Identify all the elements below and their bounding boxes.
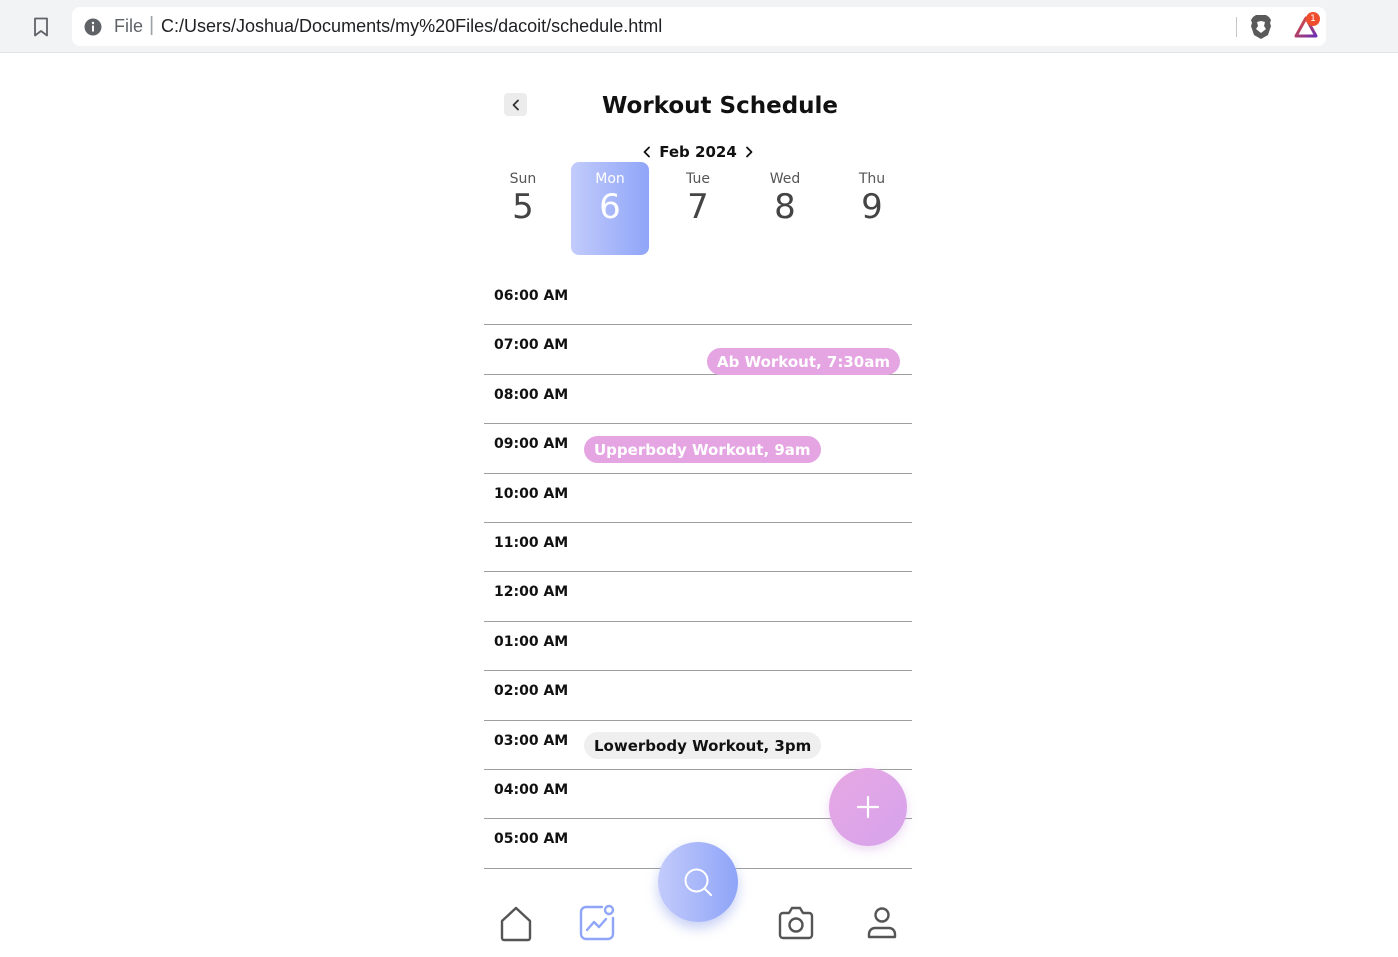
- slot-time-label: 06:00 AM: [494, 288, 569, 304]
- slot-time-label: 04:00 AM: [494, 781, 569, 798]
- nav-activity[interactable]: [577, 903, 617, 943]
- back-button[interactable]: [504, 93, 527, 116]
- add-workout-button[interactable]: [829, 768, 907, 846]
- browser-toolbar: File | C:/Users/Joshua/Documents/my%20Fi…: [0, 0, 1398, 53]
- day-number: 5: [512, 187, 534, 227]
- time-slot[interactable]: 10:00 AM: [484, 474, 912, 523]
- address-bar[interactable]: File | C:/Users/Joshua/Documents/my%20Fi…: [72, 7, 1326, 46]
- slot-time-label: 05:00 AM: [494, 831, 569, 848]
- page-title: Workout Schedule: [601, 93, 839, 119]
- day-sun[interactable]: Sun 5: [484, 162, 562, 255]
- event-upperbody-workout[interactable]: Upperbody Workout, 9am: [584, 436, 821, 463]
- slot-time-label: 02:00 AM: [494, 683, 569, 700]
- slot-time-label: 03:00 AM: [494, 732, 569, 749]
- day-number: 9: [861, 187, 883, 227]
- day-thu[interactable]: Thu 9: [833, 162, 911, 255]
- search-button[interactable]: [658, 842, 738, 922]
- event-ab-workout[interactable]: Ab Workout, 7:30am: [707, 348, 900, 375]
- day-strip: Sun 5 Mon 6 Tue 7 Wed 8 Thu 9: [484, 162, 912, 256]
- brave-shield-icon[interactable]: [1249, 14, 1273, 40]
- slot-time-label: 09:00 AM: [494, 436, 569, 453]
- nav-profile[interactable]: [862, 903, 902, 943]
- bookmark-icon[interactable]: [30, 15, 52, 39]
- home-icon: [500, 906, 532, 942]
- day-wed[interactable]: Wed 8: [746, 162, 824, 255]
- plus-icon: [856, 795, 880, 819]
- day-number: 6: [599, 187, 621, 227]
- time-slot[interactable]: 02:00 AM: [484, 671, 912, 721]
- day-name: Thu: [858, 171, 886, 187]
- url-separator: |: [149, 14, 155, 36]
- time-slot[interactable]: 08:00 AM: [484, 375, 912, 425]
- url-text[interactable]: C:/Users/Joshua/Documents/my%20Files/dac…: [161, 16, 662, 37]
- day-name: Wed: [769, 171, 801, 187]
- chevron-right-icon: [746, 146, 753, 158]
- month-label: Feb 2024: [659, 143, 737, 161]
- nav-camera[interactable]: [776, 903, 816, 943]
- day-number: 7: [687, 187, 709, 227]
- slot-time-label: 10:00 AM: [494, 485, 569, 502]
- chevron-left-icon: [512, 99, 519, 110]
- day-name: Mon: [595, 171, 625, 187]
- profile-icon: [867, 907, 897, 939]
- slot-time-label: 11:00 AM: [494, 534, 569, 551]
- time-slot[interactable]: 12:00 AM: [484, 572, 912, 622]
- chevron-left-icon: [643, 146, 650, 158]
- day-tue[interactable]: Tue 7: [659, 162, 737, 255]
- day-number: 8: [774, 187, 796, 227]
- prev-month-button[interactable]: [640, 145, 654, 159]
- notification-badge: 1: [1306, 12, 1320, 26]
- day-mon[interactable]: Mon 6: [571, 162, 649, 255]
- nav-home[interactable]: [496, 903, 536, 943]
- month-navigation: Feb 2024: [640, 141, 756, 163]
- day-name: Sun: [509, 171, 537, 187]
- slot-time-label: 07:00 AM: [494, 337, 569, 354]
- time-slot[interactable]: 06:00 AM: [484, 276, 912, 326]
- time-slot[interactable]: 01:00 AM: [484, 622, 912, 672]
- slot-time-label: 12:00 AM: [494, 584, 569, 601]
- event-lowerbody-workout[interactable]: Lowerbody Workout, 3pm: [584, 732, 822, 759]
- time-slot[interactable]: 11:00 AM: [484, 523, 912, 573]
- day-name: Tue: [686, 171, 710, 187]
- slot-time-label: 01:00 AM: [494, 633, 569, 650]
- camera-icon: [778, 906, 814, 940]
- url-scheme: File: [114, 16, 144, 36]
- divider: [1236, 17, 1237, 37]
- info-icon[interactable]: [84, 18, 102, 36]
- slot-time-label: 08:00 AM: [494, 386, 569, 403]
- search-icon: [684, 868, 712, 896]
- activity-chart-icon: [579, 904, 615, 941]
- next-month-button[interactable]: [742, 145, 756, 159]
